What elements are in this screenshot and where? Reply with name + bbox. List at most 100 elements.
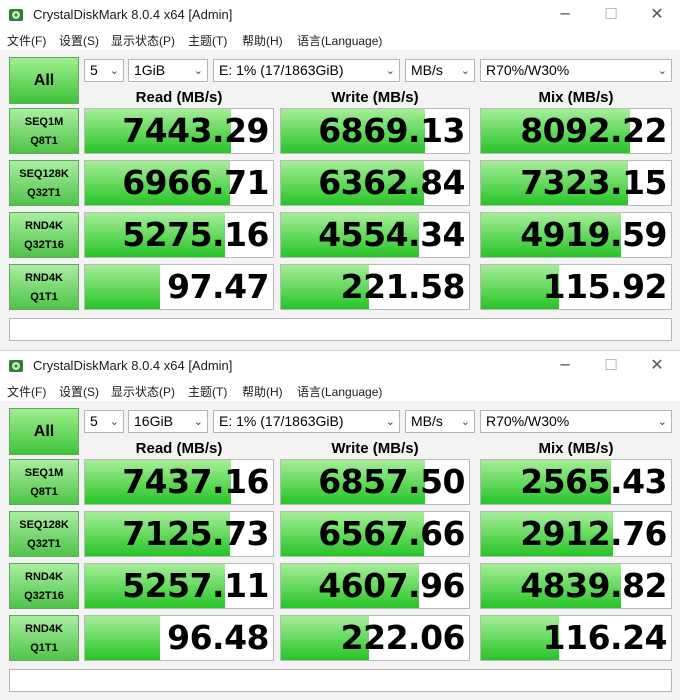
test-queue-threads: Q32T1 (27, 538, 61, 550)
test-label-rnd4k-q1t1[interactable]: RND4K Q1T1 (9, 615, 79, 661)
minimize-button[interactable]: ─ (542, 351, 588, 381)
title-bar[interactable]: CrystalDiskMark 8.0.4 x64 [Admin] ─ ☐ ✕ (0, 0, 680, 30)
result-value: 4607.96 (318, 566, 465, 605)
result-cell-mix: 115.92 (480, 264, 672, 310)
test-queue-threads: Q8T1 (30, 135, 58, 147)
test-name: SEQ1M (24, 467, 64, 479)
mix-select[interactable]: R70%/W30% ⌄ (480, 59, 672, 82)
write-header: Write (MB/s) (331, 89, 419, 106)
count-value: 5 (90, 413, 98, 429)
result-value: 6966.71 (122, 163, 269, 202)
test-name: SEQ128K (19, 519, 69, 531)
result-cell-mix: 116.24 (480, 615, 672, 661)
menu-language[interactable]: 语言(Language) (297, 32, 382, 49)
mix-select[interactable]: R70%/W30% ⌄ (480, 410, 672, 433)
maximize-button[interactable]: ☐ (588, 351, 634, 381)
result-value: 221.58 (340, 267, 466, 306)
all-button[interactable]: All (9, 57, 79, 104)
result-cell-mix: 2912.76 (480, 511, 672, 557)
menu-bar: 文件(F) 设置(S) 显示状态(P) 主题(T) 帮助(H) 语言(Langu… (0, 381, 680, 401)
size-value: 16GiB (134, 413, 173, 429)
menu-theme[interactable]: 主题(T) (188, 383, 227, 400)
chevron-down-icon: ⌄ (657, 415, 667, 428)
result-cell-write: 6869.13 (280, 108, 470, 154)
test-label-rnd4k-q1t1[interactable]: RND4K Q1T1 (9, 264, 79, 310)
chevron-down-icon: ⌄ (657, 64, 667, 77)
drive-select[interactable]: E: 1% (17/1863GiB) ⌄ (213, 59, 400, 82)
window-title: CrystalDiskMark 8.0.4 x64 [Admin] (33, 358, 233, 373)
result-value: 2912.76 (520, 514, 667, 553)
test-label-seq128k-q32t1[interactable]: SEQ128K Q32T1 (9, 511, 79, 557)
menu-bar: 文件(F) 设置(S) 显示状态(P) 主题(T) 帮助(H) 语言(Langu… (0, 30, 680, 50)
count-select[interactable]: 5 ⌄ (84, 410, 124, 433)
menu-theme[interactable]: 主题(T) (188, 32, 227, 49)
chevron-down-icon: ⌄ (193, 415, 203, 428)
drive-value: E: 1% (17/1863GiB) (219, 413, 344, 429)
result-cell-mix: 4839.82 (480, 563, 672, 609)
result-value: 6362.84 (318, 163, 465, 202)
count-value: 5 (90, 62, 98, 78)
result-cell-read: 96.48 (84, 615, 274, 661)
result-bar (85, 265, 160, 309)
result-value: 97.47 (167, 267, 269, 306)
chevron-down-icon: ⌄ (193, 64, 203, 77)
result-cell-read: 7443.29 (84, 108, 274, 154)
unit-value: MB/s (411, 62, 443, 78)
test-queue-threads: Q32T16 (24, 239, 64, 251)
unit-value: MB/s (411, 413, 443, 429)
size-select[interactable]: 16GiB ⌄ (128, 410, 208, 433)
result-cell-write: 222.06 (280, 615, 470, 661)
unit-select[interactable]: MB/s ⌄ (405, 410, 475, 433)
comment-field[interactable] (9, 318, 672, 341)
result-cell-mix: 2565.43 (480, 459, 672, 505)
test-queue-threads: Q8T1 (30, 486, 58, 498)
test-label-seq1m-q8t1[interactable]: SEQ1M Q8T1 (9, 108, 79, 154)
test-name: RND4K (25, 571, 63, 583)
results-panel: All 5 ⌄ 1GiB ⌄ E: 1% (17/1863GiB) ⌄ MB/s ⌄ R… (0, 50, 680, 350)
drive-select[interactable]: E: 1% (17/1863GiB) ⌄ (213, 410, 400, 433)
title-bar[interactable]: CrystalDiskMark 8.0.4 x64 [Admin] ─ ☐ ✕ (0, 351, 680, 381)
close-button[interactable]: ✕ (634, 0, 680, 30)
result-value: 116.24 (542, 618, 668, 657)
drive-value: E: 1% (17/1863GiB) (219, 62, 344, 78)
all-button[interactable]: All (9, 408, 79, 455)
chevron-down-icon: ⌄ (460, 64, 470, 77)
benchmark-window: CrystalDiskMark 8.0.4 x64 [Admin] ─ ☐ ✕ … (0, 350, 680, 700)
size-select[interactable]: 1GiB ⌄ (128, 59, 208, 82)
result-value: 222.06 (340, 618, 466, 657)
unit-select[interactable]: MB/s ⌄ (405, 59, 475, 82)
size-value: 1GiB (134, 62, 166, 78)
comment-field[interactable] (9, 669, 672, 692)
result-cell-read: 7437.16 (84, 459, 274, 505)
test-label-seq1m-q8t1[interactable]: SEQ1M Q8T1 (9, 459, 79, 505)
test-label-rnd4k-q32t16[interactable]: RND4K Q32T16 (9, 212, 79, 258)
test-name: SEQ1M (24, 116, 64, 128)
minimize-button[interactable]: ─ (542, 0, 588, 30)
result-value: 7125.73 (122, 514, 269, 553)
close-button[interactable]: ✕ (634, 351, 680, 381)
maximize-button[interactable]: ☐ (588, 0, 634, 30)
chevron-down-icon: ⌄ (109, 64, 119, 77)
menu-settings[interactable]: 设置(S) (59, 383, 99, 400)
result-cell-write: 6857.50 (280, 459, 470, 505)
menu-help[interactable]: 帮助(H) (242, 383, 283, 400)
test-label-seq128k-q32t1[interactable]: SEQ128K Q32T1 (9, 160, 79, 206)
menu-display[interactable]: 显示状态(P) (111, 32, 175, 49)
result-cell-read: 97.47 (84, 264, 274, 310)
window-title: CrystalDiskMark 8.0.4 x64 [Admin] (33, 7, 233, 22)
menu-file[interactable]: 文件(F) (7, 32, 46, 49)
menu-settings[interactable]: 设置(S) (59, 32, 99, 49)
test-label-rnd4k-q32t16[interactable]: RND4K Q32T16 (9, 563, 79, 609)
result-value: 96.48 (167, 618, 269, 657)
chevron-down-icon: ⌄ (460, 415, 470, 428)
menu-help[interactable]: 帮助(H) (242, 32, 283, 49)
menu-language[interactable]: 语言(Language) (297, 383, 382, 400)
test-queue-threads: Q32T16 (24, 590, 64, 602)
read-header: Read (MB/s) (135, 89, 223, 106)
test-queue-threads: Q1T1 (30, 642, 58, 654)
menu-display[interactable]: 显示状态(P) (111, 383, 175, 400)
menu-file[interactable]: 文件(F) (7, 383, 46, 400)
count-select[interactable]: 5 ⌄ (84, 59, 124, 82)
result-cell-read: 5257.11 (84, 563, 274, 609)
result-cell-read: 5275.16 (84, 212, 274, 258)
